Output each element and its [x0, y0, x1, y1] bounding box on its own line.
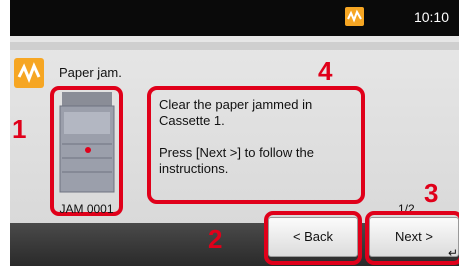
jam-code-label: JAM 0001: [59, 202, 114, 216]
enter-icon: ↵: [448, 246, 459, 260]
callout-4: 4: [318, 56, 333, 86]
message-line-2: Press [Next >] to follow the instruction…: [159, 145, 314, 176]
status-bar: 10:10: [10, 0, 459, 36]
separator: [10, 42, 459, 50]
device-highlight-frame: [50, 86, 123, 216]
callout-2: 2: [208, 224, 223, 254]
error-status-icon[interactable]: [345, 7, 364, 26]
clock: 10:10: [413, 9, 449, 25]
message-text: Clear the paper jammed in Cassette 1. Pr…: [159, 97, 359, 177]
back-button[interactable]: < Back: [268, 217, 358, 257]
next-button[interactable]: Next >: [369, 217, 459, 257]
callout-1: 1: [12, 114, 27, 144]
alert-title: Paper jam.: [59, 65, 122, 80]
message-line-1: Clear the paper jammed in Cassette 1.: [159, 97, 313, 128]
callout-3: 3: [424, 178, 439, 208]
paper-jam-alert-icon: [14, 58, 44, 88]
panel-screen: 10:10 Paper jam. JAM 0001 Clear the pape…: [10, 0, 459, 266]
